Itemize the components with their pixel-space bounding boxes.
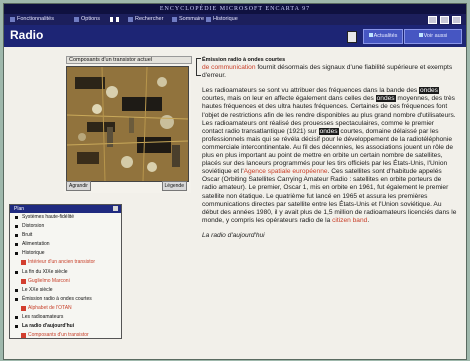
intro-paragraph: de communication fournit désormais des s… — [202, 64, 453, 80]
outline-item[interactable]: Alimentation — [10, 240, 121, 249]
news-icon — [368, 33, 373, 37]
outline-item[interactable]: Historique — [10, 249, 121, 258]
bullet-icon — [15, 243, 18, 247]
bullet-icon — [15, 297, 18, 301]
close-icon[interactable] — [113, 206, 118, 211]
menu-features[interactable]: Fonctionnalités — [17, 14, 54, 25]
outline-header: Plan — [10, 205, 121, 213]
outline-panel: Plan Systèmes haute-fidélité Distorsion … — [9, 204, 122, 339]
menu-contents[interactable]: Sommaire — [179, 14, 204, 25]
outline-item[interactable]: Les radioamateurs — [10, 313, 121, 322]
bullet-icon — [15, 270, 18, 274]
outline-item[interactable]: Alphabet de l'OTAN — [10, 304, 121, 313]
search-highlight: ondes — [419, 87, 439, 95]
media-caption: Composants d'un transistor actuel — [66, 56, 192, 64]
media-panel: Composants d'un transistor actuel Agrand… — [64, 56, 192, 193]
menu-history[interactable]: Historique — [213, 14, 238, 25]
article-header: Radio Actualités Voir aussi — [4, 25, 466, 47]
menu-search[interactable]: Rechercher — [135, 14, 163, 25]
bullet-icon — [15, 288, 18, 292]
citizen-band-link[interactable]: citizen band — [332, 217, 367, 224]
outline-item[interactable]: Composants d'un transistor — [10, 331, 121, 340]
bullet-icon — [15, 252, 18, 256]
forward-arrow-icon[interactable] — [116, 17, 119, 22]
transistor-photo[interactable] — [66, 66, 189, 182]
options-icon — [74, 17, 79, 22]
figure-icon — [21, 333, 26, 339]
outline-item[interactable]: Distorsion — [10, 222, 121, 231]
article-text: Émission radio à ondes courtes de commun… — [202, 56, 457, 336]
contents-icon — [172, 17, 177, 22]
outline-item[interactable]: Le XXe siècle — [10, 286, 121, 295]
expand-button[interactable]: Agrandir — [66, 181, 91, 191]
caption-button[interactable]: Légende — [161, 181, 187, 191]
back-arrow-icon[interactable] — [110, 17, 113, 22]
history-icon — [206, 17, 211, 22]
page-title: Radio — [10, 28, 44, 42]
esa-link[interactable]: Agence spatiale européenne — [244, 168, 328, 175]
figure-icon — [21, 260, 26, 266]
communication-link[interactable]: de communication — [202, 64, 256, 71]
encarta-window: ENCYCLOPÉDIE MICROSOFT ENCARTA 97 Foncti… — [3, 3, 467, 360]
text-bracket — [196, 58, 201, 76]
see-also-button[interactable]: Voir aussi — [404, 29, 462, 44]
menu-options[interactable]: Options — [81, 14, 100, 25]
outline-item-current[interactable]: La radio d'aujourd'hui — [10, 322, 121, 331]
outline-item[interactable]: Intérieur d'un ancien transistor — [10, 258, 121, 267]
see-also-label: Voir aussi — [423, 33, 448, 39]
news-label: Actualités — [373, 33, 398, 39]
document-icon[interactable] — [347, 31, 357, 43]
outline-item[interactable]: Bruit — [10, 231, 121, 240]
next-section-heading: La radio d'aujourd'hui — [202, 231, 265, 239]
bullet-icon — [15, 234, 18, 238]
bullet-icon — [15, 325, 18, 329]
features-icon — [10, 17, 15, 22]
outline-item[interactable]: La fin du XIXe siècle — [10, 268, 121, 277]
radioamateurs-paragraph: Les radioamateurs se sont vu attribuer d… — [202, 87, 457, 224]
bullet-icon — [15, 316, 18, 320]
search-highlight: ondes — [375, 95, 396, 103]
window-title: ENCYCLOPÉDIE MICROSOFT ENCARTA 97 — [4, 4, 466, 14]
maximize-button[interactable] — [440, 16, 449, 24]
figure-icon — [21, 278, 26, 284]
bullet-icon — [15, 216, 18, 219]
search-highlight: ondes — [318, 127, 339, 135]
see-also-icon — [418, 33, 423, 37]
news-button[interactable]: Actualités — [363, 29, 403, 44]
outline-item[interactable]: Guglielmo Marconi — [10, 277, 121, 286]
figure-icon — [21, 305, 26, 311]
search-icon — [128, 17, 133, 22]
outline-title: Plan — [14, 206, 25, 212]
outline-item[interactable]: Systèmes haute-fidélité — [10, 213, 121, 222]
section-label: Émission radio à ondes courtes — [202, 57, 286, 63]
menu-bar: Fonctionnalités Options Rechercher Somma… — [4, 14, 466, 25]
close-button[interactable] — [452, 16, 461, 24]
bullet-icon — [15, 225, 18, 229]
minimize-button[interactable] — [428, 16, 437, 24]
outline-item[interactable]: Émission radio à ondes courtes — [10, 295, 121, 304]
